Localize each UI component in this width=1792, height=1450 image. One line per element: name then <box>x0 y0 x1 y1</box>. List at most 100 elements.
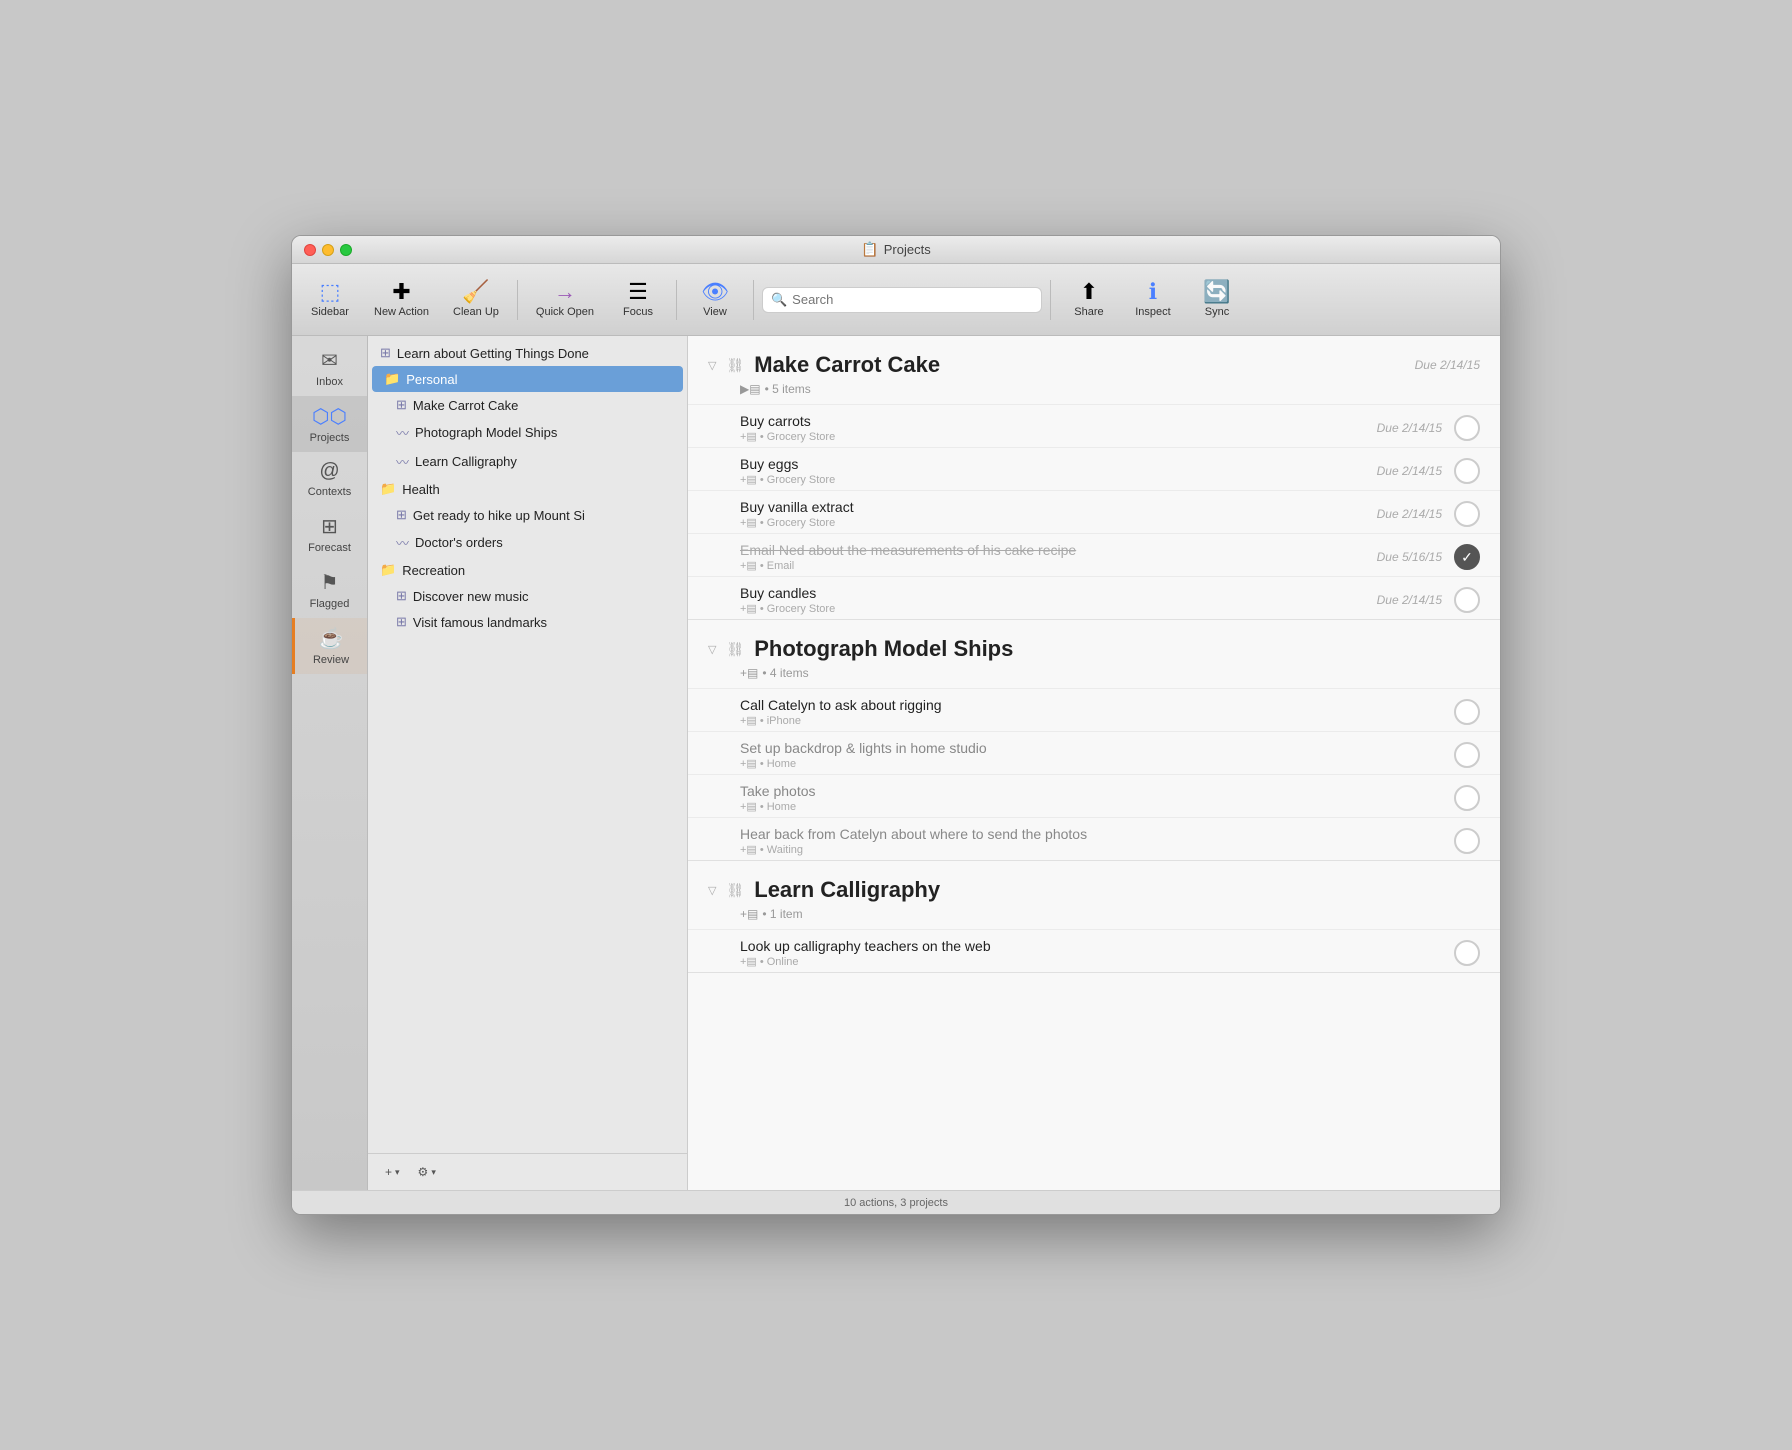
task-buy-vanilla-check[interactable] <box>1454 501 1480 527</box>
sidebar-item-health[interactable]: 📁 Health <box>368 476 687 502</box>
clean-up-button[interactable]: 🧹 Clean Up <box>443 277 509 322</box>
toolbar-separator-2 <box>676 280 677 320</box>
view-button[interactable]: 👁 View <box>685 277 745 322</box>
task-call-catelyn-check[interactable] <box>1454 699 1480 725</box>
task-buy-eggs-due: Due 2/14/15 <box>1377 464 1442 478</box>
task-email-ned: Email Ned about the measurements of his … <box>688 533 1500 576</box>
calligraphy-meta-icon: +▤ <box>740 907 758 921</box>
toolbar-separator-4 <box>1050 280 1051 320</box>
task-hear-back: Hear back from Catelyn about where to se… <box>688 817 1500 860</box>
main-window: 📋 Projects ⬚ Sidebar ✚ New Action 🧹 Clea… <box>291 235 1501 1215</box>
task-buy-candles-name: Buy candles <box>740 585 1377 601</box>
task-buy-carrots-sub: +▤ • Grocery Store <box>740 430 1377 443</box>
task-add-icon: +▤ <box>740 800 757 813</box>
task-call-catelyn-name: Call Catelyn to ask about rigging <box>740 697 1454 713</box>
task-hear-back-check[interactable] <box>1454 828 1480 854</box>
close-button[interactable] <box>304 244 316 256</box>
carrot-cake-title: Make Carrot Cake <box>754 352 940 378</box>
project-calligraphy: ▽ ⛓ Learn Calligraphy +▤ • 1 item Look u… <box>688 861 1500 973</box>
project-carrot-cake: ▽ ⛓ Make Carrot Cake Due 2/14/15 ▶▤ • 5 … <box>688 336 1500 620</box>
quick-open-button[interactable]: → Quick Open <box>526 277 604 322</box>
sidebar-button[interactable]: ⬚ Sidebar <box>300 277 360 322</box>
task-buy-vanilla-sub: +▤ • Grocery Store <box>740 516 1377 529</box>
ships-meta: +▤ • 4 items <box>688 666 1500 688</box>
task-buy-eggs-check[interactable] <box>1454 458 1480 484</box>
ships-collapse-icon[interactable]: ▽ <box>708 643 716 656</box>
task-take-photos-check[interactable] <box>1454 785 1480 811</box>
search-input[interactable] <box>792 292 1033 307</box>
sidebar-item-doctors[interactable]: 〰 Doctor's orders <box>368 528 687 557</box>
focus-button[interactable]: ☰ Focus <box>608 277 668 322</box>
zoom-button[interactable] <box>340 244 352 256</box>
sidebar-item-calligraphy[interactable]: 〰 Learn Calligraphy <box>368 447 687 476</box>
app-icon: 📋 <box>861 241 878 258</box>
task-buy-candles: Buy candles +▤ • Grocery Store Due 2/14/… <box>688 576 1500 619</box>
task-backdrop: Set up backdrop & lights in home studio … <box>688 731 1500 774</box>
model-ships-title: Photograph Model Ships <box>754 636 1013 662</box>
task-call-catelyn-sub: +▤ • iPhone <box>740 714 1454 727</box>
sidebar-icon: ⬚ <box>320 281 341 303</box>
task-buy-candles-check[interactable] <box>1454 587 1480 613</box>
contexts-icon: @ <box>319 460 339 483</box>
calligraphy-meta: +▤ • 1 item <box>688 907 1500 929</box>
sidebar-item-personal[interactable]: 📁 Personal <box>372 366 683 392</box>
add-chevron: ▾ <box>395 1167 400 1178</box>
traffic-lights <box>304 244 352 256</box>
inspect-icon: ℹ <box>1149 281 1157 303</box>
task-buy-vanilla-due: Due 2/14/15 <box>1377 507 1442 521</box>
task-backdrop-name: Set up backdrop & lights in home studio <box>740 740 1454 756</box>
task-add-icon: +▤ <box>740 714 757 727</box>
search-container[interactable]: 🔍 <box>762 287 1042 313</box>
task-add-icon: +▤ <box>740 559 757 572</box>
music-icon: ⊞ <box>396 588 407 604</box>
gtd-icon: ⊞ <box>380 345 391 361</box>
sidebar-item-model-ships[interactable]: 〰 Photograph Model Ships <box>368 418 687 447</box>
carrot-collapse-icon[interactable]: ▽ <box>708 359 716 372</box>
inspect-button[interactable]: ℹ Inspect <box>1123 277 1183 322</box>
window-title: 📋 Projects <box>861 241 930 258</box>
sidebar-item-projects[interactable]: ⬡⬡ Projects <box>292 396 367 452</box>
sync-button[interactable]: 🔄 Sync <box>1187 277 1247 322</box>
task-buy-candles-due: Due 2/14/15 <box>1377 593 1442 607</box>
sidebar-item-music[interactable]: ⊞ Discover new music <box>368 583 687 609</box>
task-add-icon: +▤ <box>740 430 757 443</box>
sidebar-footer: + ▾ ⚙ ▾ <box>368 1153 687 1190</box>
share-button[interactable]: ⬆ Share <box>1059 277 1119 322</box>
project-model-ships: ▽ ⛓ Photograph Model Ships +▤ • 4 items … <box>688 620 1500 861</box>
sidebar-item-carrot-cake[interactable]: ⊞ Make Carrot Cake <box>368 392 687 418</box>
sidebar-item-review[interactable]: ☕ Review <box>292 618 367 674</box>
model-ships-icon: 〰 <box>396 423 409 442</box>
sidebar-item-flagged[interactable]: ⚑ Flagged <box>292 562 367 618</box>
task-email-ned-due: Due 5/16/15 <box>1377 550 1442 564</box>
sidebar-item-mount-si[interactable]: ⊞ Get ready to hike up Mount Si <box>368 502 687 528</box>
carrot-meta-text: • 5 items <box>765 382 811 396</box>
add-icon: + <box>385 1165 392 1179</box>
task-buy-carrots-check[interactable] <box>1454 415 1480 441</box>
minimize-button[interactable] <box>322 244 334 256</box>
review-icon: ☕ <box>319 626 344 651</box>
project-carrot-cake-header: ▽ ⛓ Make Carrot Cake Due 2/14/15 <box>688 336 1500 382</box>
sidebar-item-gtd[interactable]: ⊞ Learn about Getting Things Done <box>368 340 687 366</box>
task-call-catelyn: Call Catelyn to ask about rigging +▤ • i… <box>688 688 1500 731</box>
add-button[interactable]: + ▾ <box>380 1162 405 1182</box>
sidebar-item-contexts[interactable]: @ Contexts <box>292 452 367 506</box>
sidebar-item-inbox[interactable]: ✉ Inbox <box>292 340 367 396</box>
toolbar-separator-3 <box>753 280 754 320</box>
task-add-icon: +▤ <box>740 757 757 770</box>
task-email-ned-name: Email Ned about the measurements of his … <box>740 542 1377 558</box>
task-take-photos: Take photos +▤ • Home <box>688 774 1500 817</box>
sidebar-item-forecast[interactable]: ⊞ Forecast <box>292 506 367 562</box>
task-calligraphy-teachers-check[interactable] <box>1454 940 1480 966</box>
task-hear-back-sub: +▤ • Waiting <box>740 843 1454 856</box>
calligraphy-collapse-icon[interactable]: ▽ <box>708 884 716 897</box>
sidebar-item-recreation[interactable]: 📁 Recreation <box>368 557 687 583</box>
task-email-ned-check[interactable]: ✓ <box>1454 544 1480 570</box>
sidebar-item-landmarks[interactable]: ⊞ Visit famous landmarks <box>368 609 687 635</box>
view-icon: 👁 <box>701 281 729 303</box>
task-backdrop-check[interactable] <box>1454 742 1480 768</box>
task-take-photos-sub: +▤ • Home <box>740 800 1454 813</box>
settings-button[interactable]: ⚙ ▾ <box>413 1162 441 1182</box>
new-action-button[interactable]: ✚ New Action <box>364 277 439 322</box>
task-hear-back-name: Hear back from Catelyn about where to se… <box>740 826 1454 842</box>
forecast-icon: ⊞ <box>321 514 338 539</box>
